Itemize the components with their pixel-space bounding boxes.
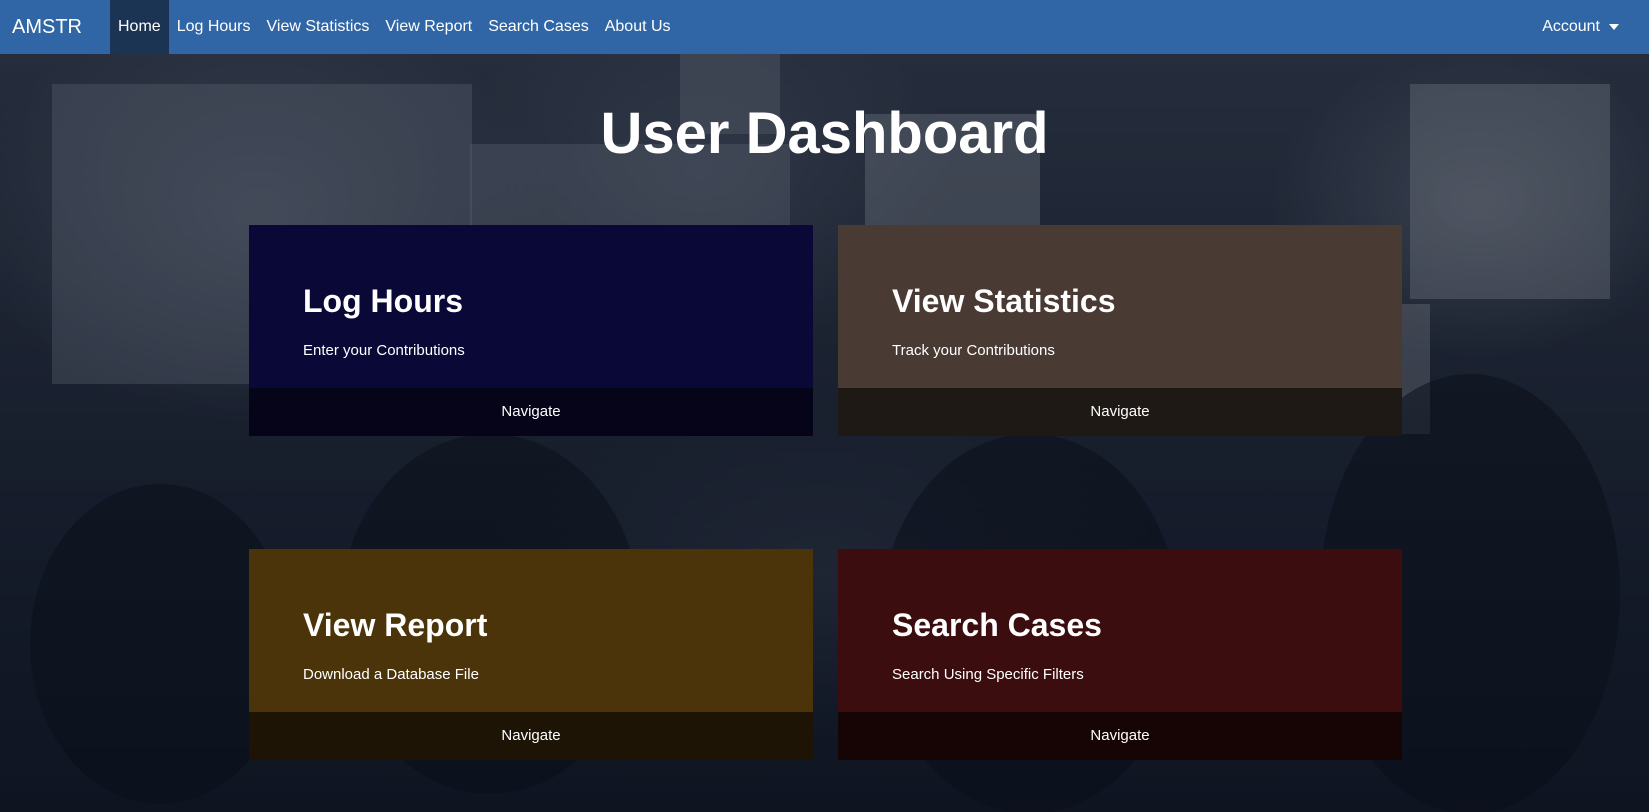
caret-down-icon (1609, 24, 1619, 30)
nav-item-home[interactable]: Home (110, 0, 169, 54)
card-title: Search Cases (892, 607, 1102, 643)
card-text: Search Using Specific Filters (892, 666, 1084, 683)
card-body: View Statistics Track your Contributions (838, 225, 1402, 388)
card-view-report: View Report Download a Database File Nav… (249, 549, 813, 760)
navigate-button[interactable]: Navigate (838, 388, 1402, 436)
nav-item-log-hours[interactable]: Log Hours (169, 0, 259, 54)
card-title: View Statistics (892, 283, 1116, 319)
nav-item-search-cases[interactable]: Search Cases (480, 0, 597, 54)
card-text: Enter your Contributions (303, 342, 465, 359)
card-text: Download a Database File (303, 666, 479, 683)
navigate-button[interactable]: Navigate (838, 712, 1402, 760)
navigate-button[interactable]: Navigate (249, 388, 813, 436)
navigate-button[interactable]: Navigate (249, 712, 813, 760)
brand-logo[interactable]: AMSTR (0, 0, 94, 54)
top-navbar: AMSTR Home Log Hours View Statistics Vie… (0, 0, 1649, 54)
card-log-hours: Log Hours Enter your Contributions Navig… (249, 225, 813, 436)
card-title: Log Hours (303, 283, 463, 319)
nav-item-view-statistics[interactable]: View Statistics (259, 0, 378, 54)
card-search-cases: Search Cases Search Using Specific Filte… (838, 549, 1402, 760)
nav-item-view-report[interactable]: View Report (377, 0, 480, 54)
card-title: View Report (303, 607, 488, 643)
page-title: User Dashboard (600, 101, 1049, 166)
account-label: Account (1542, 18, 1600, 35)
card-text: Track your Contributions (892, 342, 1055, 359)
card-body: Search Cases Search Using Specific Filte… (838, 549, 1402, 712)
card-body: Log Hours Enter your Contributions (249, 225, 813, 388)
nav-item-about-us[interactable]: About Us (597, 0, 679, 54)
card-body: View Report Download a Database File (249, 549, 813, 712)
card-view-statistics: View Statistics Track your Contributions… (838, 225, 1402, 436)
account-dropdown[interactable]: Account (1542, 0, 1619, 54)
